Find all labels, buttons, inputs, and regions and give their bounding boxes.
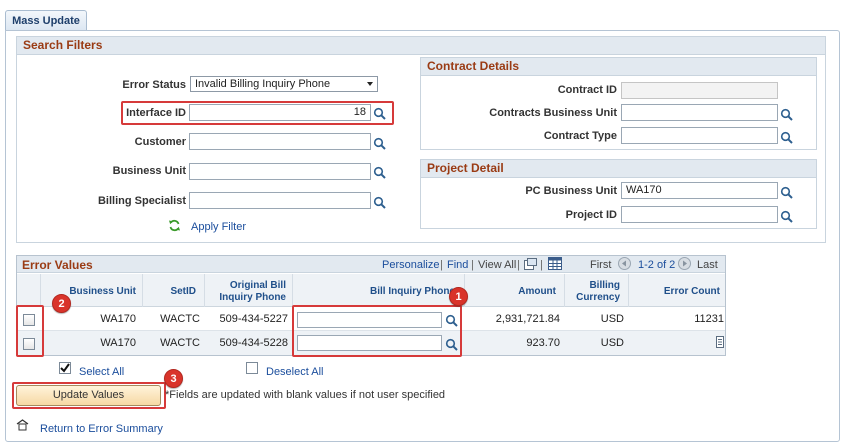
first-link: First bbox=[590, 259, 612, 271]
row-currency: USD bbox=[600, 313, 624, 325]
contract-details-title: Contract Details bbox=[421, 58, 816, 76]
business-unit-label: Business Unit bbox=[112, 165, 186, 177]
return-to-error-summary-link[interactable]: Return to Error Summary bbox=[40, 423, 163, 435]
search-filters-title: Search Filters bbox=[17, 37, 825, 55]
page-range: 1-2 of 2 bbox=[638, 259, 676, 271]
contracts-business-unit-input[interactable] bbox=[621, 104, 778, 121]
row-error-count-link[interactable]: 11231 bbox=[640, 307, 724, 331]
annotation-badge-2: 2 bbox=[52, 294, 71, 313]
next-arrow-icon bbox=[678, 257, 691, 270]
error-status-label: Error Status bbox=[122, 79, 186, 91]
error-values-title: Error Values bbox=[22, 258, 93, 272]
billing-specialist-label: Billing Specialist bbox=[97, 195, 186, 207]
checkbox-column-highlight bbox=[16, 305, 44, 357]
interface-id-search-icon[interactable] bbox=[373, 107, 386, 120]
business-unit-search-icon[interactable] bbox=[373, 166, 386, 179]
update-note: *Fields are updated with blank values if… bbox=[165, 389, 446, 401]
toolbar-divider: | bbox=[517, 259, 520, 271]
prev-arrow-icon bbox=[618, 257, 631, 270]
last-link: Last bbox=[697, 259, 718, 271]
row-setid: WACTC bbox=[160, 313, 200, 325]
details-icon[interactable] bbox=[716, 336, 724, 348]
interface-id-value: 18 bbox=[353, 106, 366, 118]
project-id-label: Project ID bbox=[565, 209, 617, 221]
contracts-business-unit-label: Contracts Business Unit bbox=[489, 107, 617, 119]
billing-specialist-input[interactable] bbox=[189, 192, 371, 209]
toolbar-divider: | bbox=[540, 259, 543, 271]
select-all-link[interactable]: Select All bbox=[79, 366, 124, 378]
apply-filter-link[interactable]: Apply Filter bbox=[191, 221, 246, 233]
row-amount: 923.70 bbox=[526, 337, 560, 349]
col-setid: SetID bbox=[170, 286, 196, 297]
interface-id-input[interactable]: 18 bbox=[189, 104, 371, 121]
pc-business-unit-label: PC Business Unit bbox=[525, 185, 617, 197]
contract-id-input bbox=[621, 82, 778, 99]
customer-input[interactable] bbox=[189, 133, 371, 150]
row-original-phone: 509-434-5227 bbox=[219, 313, 288, 325]
personalize-link[interactable]: Personalize bbox=[382, 259, 439, 271]
customer-search-icon[interactable] bbox=[373, 137, 386, 150]
new-window-icon[interactable] bbox=[524, 258, 537, 270]
download-grid-icon[interactable] bbox=[548, 257, 562, 270]
annotation-badge-3: 3 bbox=[164, 369, 183, 388]
contract-type-label: Contract Type bbox=[543, 130, 617, 142]
customer-label: Customer bbox=[134, 136, 186, 148]
deselect-all-checkbox-icon[interactable] bbox=[246, 362, 258, 374]
error-status-select[interactable]: Invalid Billing Inquiry Phone bbox=[190, 76, 378, 92]
find-link[interactable]: Find bbox=[447, 259, 468, 271]
deselect-all-link[interactable]: Deselect All bbox=[266, 366, 323, 378]
col-billing-currency: Billing Currency bbox=[576, 280, 620, 303]
bill-inquiry-phone-highlight bbox=[292, 305, 462, 357]
contract-type-search-icon[interactable] bbox=[780, 131, 793, 144]
col-amount: Amount bbox=[518, 286, 556, 297]
row-setid: WACTC bbox=[160, 337, 200, 349]
project-detail-title: Project Detail bbox=[421, 160, 816, 178]
toolbar-divider: | bbox=[471, 259, 474, 271]
contract-type-input[interactable] bbox=[621, 127, 778, 144]
chevron-down-icon bbox=[367, 82, 373, 86]
contracts-business-unit-search-icon[interactable] bbox=[780, 108, 793, 121]
row-amount: 2,931,721.84 bbox=[495, 313, 560, 325]
col-original-bill-inquiry-phone: Original Bill Inquiry Phone bbox=[219, 280, 286, 303]
row-business-unit: WA170 bbox=[100, 337, 136, 349]
col-error-count: Error Count bbox=[663, 286, 720, 297]
project-id-input[interactable] bbox=[621, 206, 778, 223]
update-values-button[interactable]: Update Values bbox=[16, 385, 161, 406]
annotation-badge-1: 1 bbox=[449, 287, 468, 306]
refresh-icon[interactable] bbox=[168, 219, 181, 232]
tab-mass-update[interactable]: Mass Update bbox=[5, 10, 87, 31]
interface-id-label: Interface ID bbox=[126, 107, 186, 119]
row-business-unit: WA170 bbox=[100, 313, 136, 325]
pc-business-unit-input[interactable]: WA170 bbox=[621, 182, 778, 199]
return-icon bbox=[16, 419, 29, 431]
col-bill-inquiry-phone: Bill Inquiry Phone bbox=[369, 286, 455, 297]
row-currency: USD bbox=[600, 337, 624, 349]
select-all-checkbox-icon[interactable] bbox=[59, 362, 71, 374]
contract-id-label: Contract ID bbox=[557, 84, 617, 96]
error-status-value: Invalid Billing Inquiry Phone bbox=[195, 78, 331, 90]
pc-business-unit-search-icon[interactable] bbox=[780, 186, 793, 199]
toolbar-divider: | bbox=[440, 259, 443, 271]
billing-specialist-search-icon[interactable] bbox=[373, 196, 386, 209]
business-unit-input[interactable] bbox=[189, 163, 371, 180]
row-original-phone: 509-434-5228 bbox=[219, 337, 288, 349]
col-business-unit: Business Unit bbox=[69, 286, 136, 297]
view-all-link[interactable]: View All bbox=[478, 259, 516, 271]
project-id-search-icon[interactable] bbox=[780, 210, 793, 223]
